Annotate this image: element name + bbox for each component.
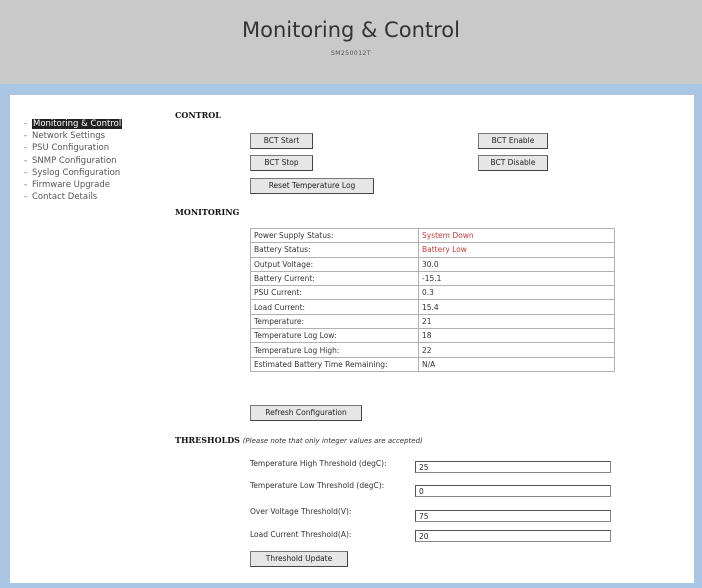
load-current-value: 15.4 [418,299,615,315]
nav-item-label: Network Settings [32,131,106,142]
nav-item-psu-configuration[interactable]: - PSU Configuration [24,142,122,154]
refresh-configuration-button[interactable]: Refresh Configuration [250,405,362,421]
table-row: Temperature: 21 [250,313,615,330]
temp-low-threshold-input[interactable] [415,485,611,497]
row-label: Estimated Battery Time Remaining: [250,356,419,372]
row-label: Load Current: [250,299,419,315]
battery-status-value: Battery Low [418,242,615,258]
table-row: Battery Status: Battery Low [250,242,615,258]
load-current-threshold-label: Load Current Threshold(A): [250,530,352,539]
table-row: Temperature Log Low: 18 [250,328,615,344]
row-label: Temperature Log Low: [250,328,419,344]
reset-temperature-log-button[interactable]: Reset Temperature Log [250,178,374,194]
over-voltage-threshold-label: Over Voltage Threshold(V): [250,507,352,516]
temperature-log-high-value: 22 [418,342,615,358]
table-row: Power Supply Status: System Down [250,227,615,244]
battery-current-value: -15.1 [418,270,615,287]
table-row: Battery Current: -15.1 [250,270,615,287]
thresholds-heading: THRESHOLDS (Please note that only intege… [175,435,423,445]
row-label: Temperature: [250,313,419,330]
power-supply-status-value: System Down [418,227,615,244]
table-row: Load Current: 15.4 [250,299,615,315]
nav-item-firmware-upgrade[interactable]: - Firmware Upgrade [24,179,122,191]
battery-time-remaining-value: N/A [418,356,615,372]
row-label: Battery Status: [250,242,419,258]
over-voltage-threshold-input[interactable] [415,510,611,522]
nav-item-label: SNMP Configuration [32,155,117,166]
monitoring-heading: MONITORING [175,207,240,217]
table-row: PSU Current: 0.3 [250,285,615,301]
nav-item-contact-details[interactable]: - Contact Details [24,191,122,203]
sidebar-nav: - Monitoring & Control - Network Settings … [24,118,123,203]
bct-stop-button[interactable]: BCT Stop [250,155,313,171]
threshold-update-button[interactable]: Threshold Update [250,551,348,567]
nav-item-label: Monitoring & Control [32,119,123,129]
temp-high-threshold-input[interactable] [415,461,611,473]
page-title: Monitoring & Control [242,18,460,42]
thresholds-title: THRESHOLDS [175,435,240,445]
row-label: Battery Current: [250,270,419,287]
device-id: SM250012T [330,50,372,57]
temperature-value: 21 [418,313,615,330]
nav-item-label: Contact Details [32,192,98,203]
nav-item-syslog-configuration[interactable]: - Syslog Configuration [24,167,122,179]
output-voltage-value: 30.0 [418,256,615,272]
row-label: Temperature Log High: [250,342,419,358]
temp-low-threshold-label: Temperature Low Threshold (degC): [250,481,385,490]
row-label: Power Supply Status: [250,227,419,244]
nav-item-label: PSU Configuration [32,143,110,154]
nav-item-monitoring-control[interactable]: - Monitoring & Control [24,118,123,130]
nav-item-label: Syslog Configuration [32,167,121,178]
nav-item-snmp-configuration[interactable]: - SNMP Configuration [24,155,122,167]
row-label: PSU Current: [250,285,419,301]
table-row: Estimated Battery Time Remaining: N/A [250,356,615,372]
psu-current-value: 0.3 [418,285,615,301]
row-label: Output Voltage: [250,256,419,272]
bct-disable-button[interactable]: BCT Disable [478,155,548,171]
temperature-log-low-value: 18 [418,328,615,344]
bct-start-button[interactable]: BCT Start [250,133,313,149]
table-row: Temperature Log High: 22 [250,342,615,358]
temp-high-threshold-label: Temperature High Threshold (degC): [250,459,387,468]
bct-enable-button[interactable]: BCT Enable [478,133,548,149]
nav-item-label: Firmware Upgrade [32,179,110,190]
monitoring-table: Power Supply Status: System Down Battery … [250,227,615,372]
load-current-threshold-input[interactable] [415,530,611,542]
page-header: Monitoring & Control SM250012T [0,0,702,84]
thresholds-note: (Please note that only integer values ar… [242,437,423,445]
table-row: Output Voltage: 30.0 [250,256,615,272]
nav-item-network-settings[interactable]: - Network Settings [24,130,122,142]
control-heading: CONTROL [175,110,221,120]
